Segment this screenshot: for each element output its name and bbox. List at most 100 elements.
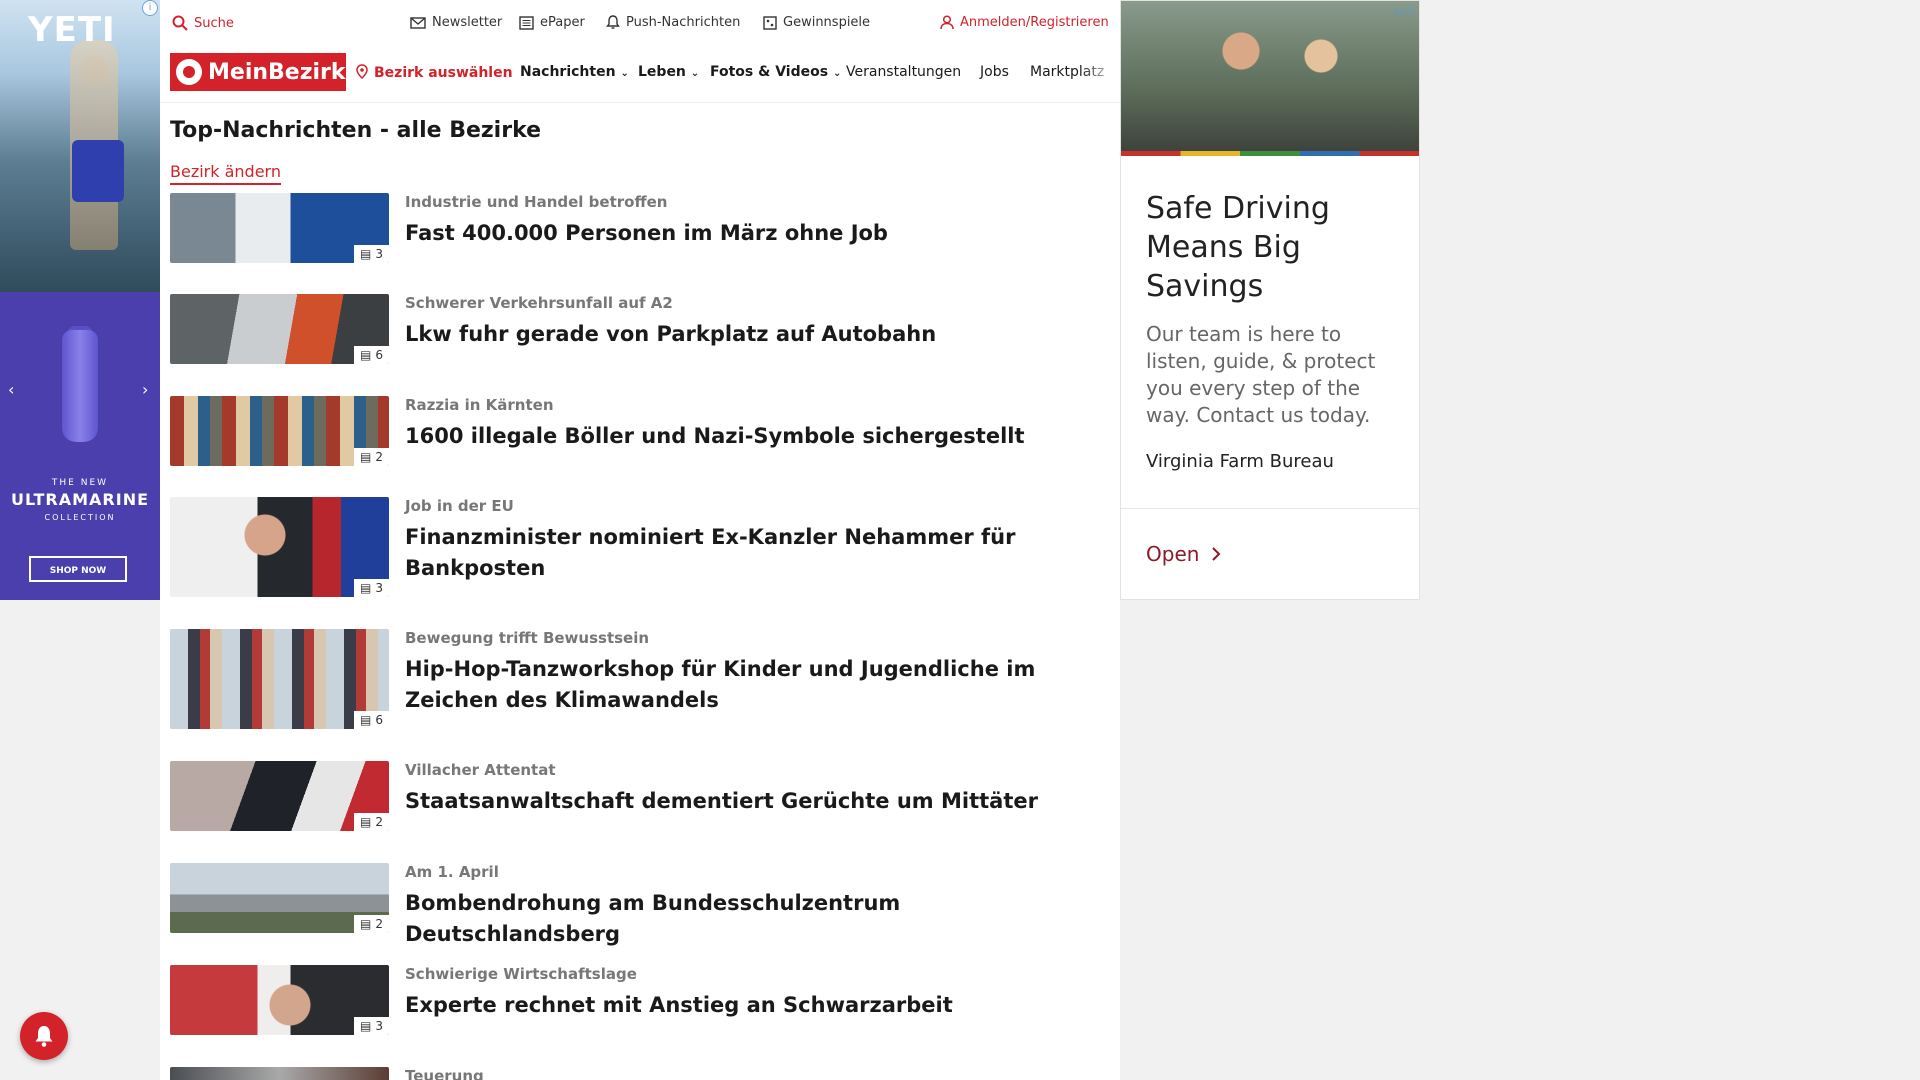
article-item[interactable]: Teuerung xyxy=(170,1067,1110,1080)
page-title: Top-Nachrichten - alle Bezirke xyxy=(170,118,542,143)
push-notifications-link[interactable]: Push-Nachrichten xyxy=(606,15,740,30)
article-kicker: Job in der EU xyxy=(405,497,514,515)
mail-icon xyxy=(410,16,426,29)
article-thumbnail[interactable]: ▤ 2 xyxy=(170,396,389,466)
image-count: 6 xyxy=(375,348,383,362)
login-link[interactable]: Anmelden/Registrieren xyxy=(940,15,1109,30)
article-item[interactable]: ▤ 6 Schwerer Verkehrsunfall auf A2 Lkw fu… xyxy=(170,294,1110,366)
article-item[interactable]: ▤ 3 Job in der EU Finanzminister nominier… xyxy=(170,497,1110,599)
gift-icon xyxy=(763,15,777,30)
newsletter-label: Newsletter xyxy=(432,15,503,30)
nav-leben[interactable]: Leben ⌄ xyxy=(638,64,699,80)
search-link[interactable]: Suche xyxy=(172,15,234,31)
nav-nachrichten[interactable]: Nachrichten ⌄ xyxy=(520,64,629,80)
nav-fotos-videos[interactable]: Fotos & Videos ⌄ xyxy=(710,64,841,80)
article-item[interactable]: ▤ 2 Razzia in Kärnten 1600 illegale Bölle… xyxy=(170,396,1110,468)
right-ad-banner[interactable]: ▷ⓘ Safe Driving Means Big Savings Our te… xyxy=(1120,0,1420,600)
left-ad-banner[interactable]: YETI i ‹ › THE NEW ULTRAMARINE COLLECTIO… xyxy=(0,0,160,600)
nav-leben-label: Leben xyxy=(638,64,686,80)
image-count: 2 xyxy=(375,450,383,464)
article-thumbnail[interactable]: ▤ 6 xyxy=(170,629,389,729)
chevron-right-icon xyxy=(1212,547,1221,561)
article-kicker: Industrie und Handel betroffen xyxy=(405,193,668,211)
ad-open-button[interactable]: Open xyxy=(1146,542,1221,566)
article-item[interactable]: ▤ 2 Am 1. April Bombendrohung am Bundessc… xyxy=(170,863,1110,946)
article-thumbnail[interactable]: ▤ 3 xyxy=(170,497,389,597)
nav-jobs-label: Jobs xyxy=(980,64,1009,80)
article-headline[interactable]: Hip-Hop-Tanzworkshop für Kinder und Juge… xyxy=(405,654,1105,716)
nav-veranstaltungen[interactable]: Veranstaltungen xyxy=(846,64,961,80)
images-icon: ▤ xyxy=(360,348,372,362)
ad-collection-label: COLLECTION xyxy=(44,513,116,522)
article-kicker: Schwerer Verkehrsunfall auf A2 xyxy=(405,294,673,312)
article-thumbnail[interactable]: ▤ 6 xyxy=(170,294,389,364)
article-thumbnail[interactable]: ▤ 3 xyxy=(170,193,389,263)
chevron-left-icon[interactable]: ‹ xyxy=(8,380,14,399)
notification-bell-button[interactable] xyxy=(20,1012,68,1060)
article-item[interactable]: ▤ 6 Bewegung trifft Bewusstsein Hip-Hop-T… xyxy=(170,629,1110,731)
image-count-badge: ▤ 3 xyxy=(354,579,389,597)
shop-now-button[interactable]: SHOP NOW xyxy=(29,556,127,582)
ad-sponsor: Virginia Farm Bureau xyxy=(1146,451,1334,472)
info-icon[interactable]: i xyxy=(142,0,158,16)
ad-collection-name: ULTRAMARINE xyxy=(10,490,150,509)
ad-photo: YETI xyxy=(0,0,160,292)
chevron-down-icon: ⌄ xyxy=(690,68,700,79)
article-thumbnail[interactable] xyxy=(170,1067,389,1080)
article-kicker: Schwierige Wirtschaftslage xyxy=(405,965,637,983)
article-kicker: Bewegung trifft Bewusstsein xyxy=(405,629,650,647)
image-count: 3 xyxy=(375,581,383,595)
logo-text: MeinBezirk xyxy=(208,59,346,85)
user-icon xyxy=(940,15,954,30)
gewinnspiele-link[interactable]: Gewinnspiele xyxy=(763,15,870,30)
nav-fade xyxy=(1080,46,1120,102)
main-column: Suche Newsletter ePaper Push-Nachrichten… xyxy=(160,0,1120,1080)
image-count-badge: ▤ 2 xyxy=(354,813,389,831)
nav-jobs[interactable]: Jobs xyxy=(980,64,1009,80)
article-item[interactable]: ▤ 2 Villacher Attentat Staatsanwaltschaft… xyxy=(170,761,1110,833)
article-item[interactable]: ▤ 3 Schwierige Wirtschaftslage Experte re… xyxy=(170,965,1110,1037)
change-bezirk-link[interactable]: Bezirk ändern xyxy=(170,162,281,185)
article-headline[interactable]: 1600 illegale Böller und Nazi-Symbole si… xyxy=(405,421,1105,452)
article-kicker: Am 1. April xyxy=(405,863,499,881)
newsletter-link[interactable]: Newsletter xyxy=(410,15,502,30)
article-headline[interactable]: Experte rechnet mit Anstieg an Schwarzar… xyxy=(405,990,1105,1021)
ad-headline[interactable]: Safe Driving Means Big Savings xyxy=(1146,189,1386,306)
images-icon: ▤ xyxy=(360,1019,372,1033)
article-item[interactable]: ▤ 3 Industrie und Handel betroffen Fast 4… xyxy=(170,193,1110,265)
main-navigation: MeinBezirk Bezirk auswählen Nachrichten … xyxy=(160,46,1120,103)
divider xyxy=(1121,508,1419,509)
bell-icon xyxy=(606,15,620,29)
ad-open-label: Open xyxy=(1146,542,1200,566)
bell-icon xyxy=(35,1026,53,1047)
ad-body: Our team is here to listen, guide, & pro… xyxy=(1146,322,1376,427)
ad-new-label: THE NEW xyxy=(51,478,109,488)
bezirk-select[interactable]: Bezirk auswählen xyxy=(356,64,513,81)
adchoices-icon[interactable]: ▷ⓘ xyxy=(1396,3,1415,19)
search-label: Suche xyxy=(194,15,234,31)
article-headline[interactable]: Bombendrohung am Bundesschulzentrum Deut… xyxy=(405,888,1105,950)
chevron-right-icon[interactable]: › xyxy=(142,380,148,399)
ad-image: ▷ⓘ xyxy=(1121,1,1419,156)
gewinnspiele-label: Gewinnspiele xyxy=(783,15,871,30)
article-headline[interactable]: Lkw fuhr gerade von Parkplatz auf Autoba… xyxy=(405,319,1105,350)
article-headline[interactable]: Staatsanwaltschaft dementiert Gerüchte u… xyxy=(405,786,1105,817)
image-count-badge: ▤ 2 xyxy=(354,915,389,933)
images-icon: ▤ xyxy=(360,581,372,595)
epaper-link[interactable]: ePaper xyxy=(519,15,585,30)
article-thumbnail[interactable]: ▤ 3 xyxy=(170,965,389,1035)
article-kicker: Teuerung xyxy=(405,1067,484,1080)
login-label: Anmelden/Registrieren xyxy=(960,15,1109,30)
newspaper-icon xyxy=(519,15,534,30)
epaper-label: ePaper xyxy=(540,15,585,30)
article-headline[interactable]: Finanzminister nominiert Ex-Kanzler Neha… xyxy=(405,522,1105,584)
article-headline[interactable]: Fast 400.000 Personen im März ohne Job xyxy=(405,218,1105,249)
site-logo[interactable]: MeinBezirk xyxy=(170,53,346,91)
bottle-body xyxy=(62,330,98,442)
location-pin-icon xyxy=(356,64,368,80)
article-thumbnail[interactable]: ▤ 2 xyxy=(170,761,389,831)
chevron-down-icon: ⌄ xyxy=(832,68,842,79)
images-icon: ▤ xyxy=(360,450,372,464)
article-thumbnail[interactable]: ▤ 2 xyxy=(170,863,389,933)
chevron-down-icon: ⌄ xyxy=(620,68,629,79)
